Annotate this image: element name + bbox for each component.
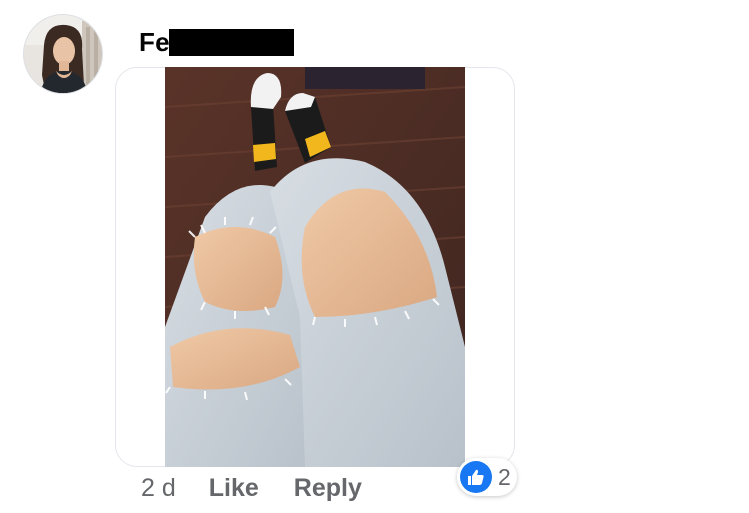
thumbs-up-icon — [460, 461, 492, 493]
reaction-summary[interactable]: 2 — [457, 458, 517, 496]
avatar-image — [24, 15, 102, 93]
photo-image — [165, 67, 465, 467]
comment-timestamp[interactable]: 2 d — [141, 474, 176, 503]
comment-author[interactable]: Fe — [139, 26, 170, 58]
reply-button[interactable]: Reply — [294, 474, 362, 503]
comment-actions: 2 d Like Reply — [141, 470, 362, 506]
reaction-count: 2 — [498, 463, 511, 490]
author-name[interactable]: Fe — [139, 27, 170, 58]
avatar[interactable] — [23, 14, 103, 94]
comment-photo[interactable] — [165, 67, 465, 467]
like-button[interactable]: Like — [209, 474, 259, 503]
name-redaction-bar — [169, 29, 294, 56]
